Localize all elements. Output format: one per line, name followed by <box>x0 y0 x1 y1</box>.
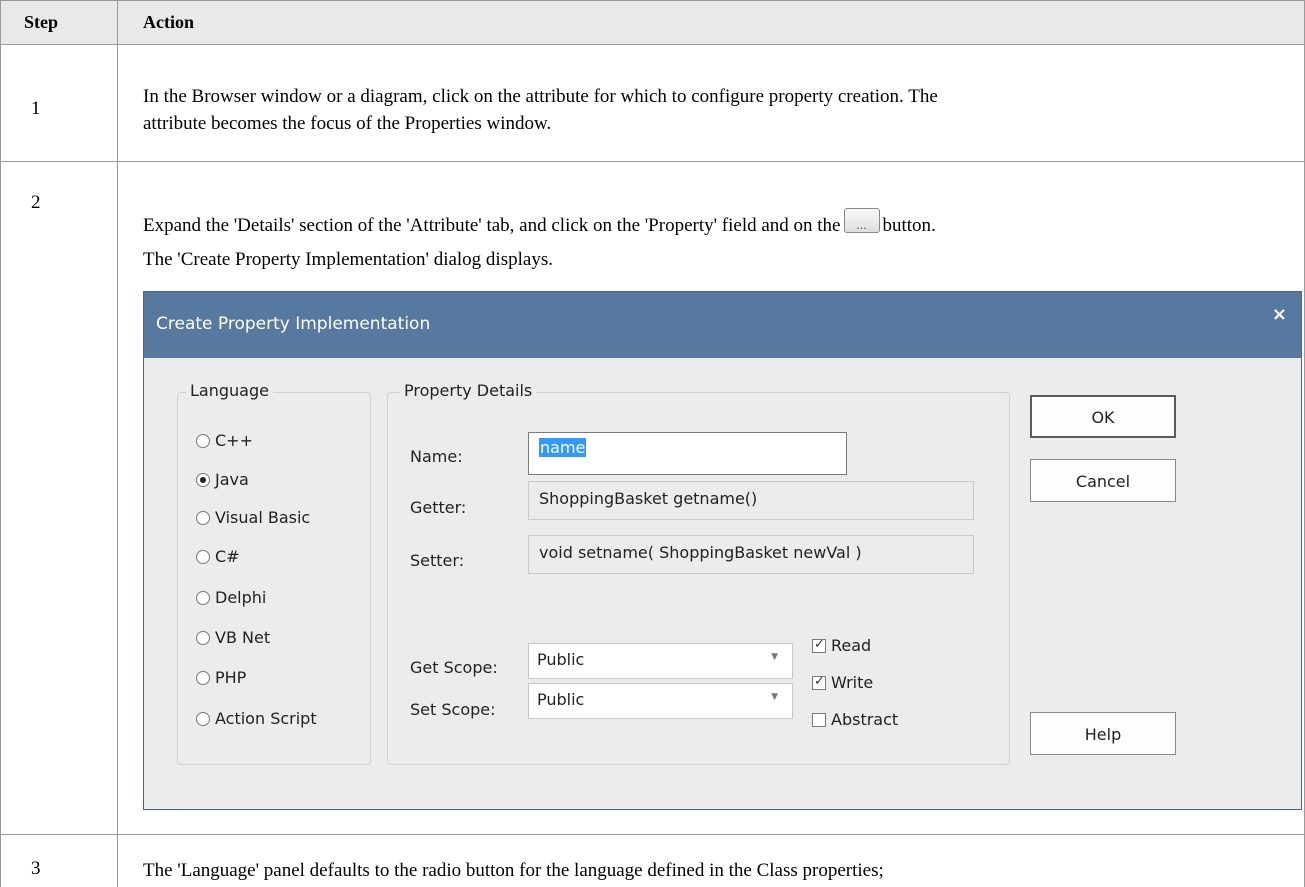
radio-icon <box>196 671 210 685</box>
checkbox-label: Abstract <box>831 710 899 729</box>
radio-label: PHP <box>215 668 247 687</box>
step-number: 3 <box>31 858 41 879</box>
radio-selected-icon <box>196 473 210 487</box>
table-header <box>0 0 1305 44</box>
checkbox-checked-icon <box>812 637 826 653</box>
action-column-header: Action <box>143 12 194 32</box>
step-text-line: attribute becomes the focus of the Prope… <box>143 113 552 134</box>
set-scope-label: Set Scope: <box>410 700 496 719</box>
divider <box>0 44 1305 45</box>
step-text-line: button. <box>882 215 936 236</box>
radio-label: C++ <box>215 431 253 450</box>
radio-icon <box>196 631 210 645</box>
step-text-line: The 'Create Property Implementation' dia… <box>143 249 553 270</box>
divider <box>0 0 1305 1</box>
radio-label: VB Net <box>215 628 271 647</box>
radio-icon <box>196 712 210 726</box>
get-scope-select[interactable]: Public ▼ <box>528 643 793 679</box>
set-scope-value: Public <box>537 690 585 709</box>
divider <box>117 0 118 887</box>
get-scope-label: Get Scope: <box>410 658 498 677</box>
radio-label: Action Script <box>215 709 317 728</box>
checkbox-icon <box>812 713 826 727</box>
language-group: Language C++ Java Visual Basic C# Delphi… <box>177 381 371 765</box>
divider <box>0 0 1 887</box>
chevron-down-icon: ▼ <box>771 692 778 702</box>
getter-field: ShoppingBasket getname() <box>528 481 974 520</box>
divider <box>0 161 1305 162</box>
checkbox-label: Write <box>831 673 874 692</box>
step-text-line: Expand the 'Details' section of the 'Att… <box>143 215 841 236</box>
radio-icon <box>196 511 210 525</box>
create-property-dialog: Create Property Implementation × Languag… <box>143 291 1302 810</box>
help-button[interactable]: Help <box>1030 712 1176 755</box>
getter-label: Getter: <box>410 498 467 517</box>
property-details-group: Property Details Name: name Getter: Shop… <box>387 381 1010 765</box>
ellipsis-button-icon: ... <box>843 208 880 233</box>
radio-label: Visual Basic <box>215 508 311 527</box>
chevron-down-icon: ▼ <box>771 652 778 662</box>
name-input[interactable]: name <box>528 432 847 475</box>
step-text: In the Browser window or a diagram, clic… <box>143 83 938 137</box>
step-number: 2 <box>31 192 41 213</box>
name-label: Name: <box>410 447 463 466</box>
name-value: name <box>539 438 587 457</box>
get-scope-value: Public <box>537 650 585 669</box>
step-text-line: In the Browser window or a diagram, clic… <box>143 86 938 107</box>
radio-label: Java <box>215 470 249 489</box>
radio-label: C# <box>215 547 240 566</box>
checkbox-checked-icon <box>812 674 826 690</box>
step-number: 1 <box>31 98 41 119</box>
radio-icon <box>196 434 210 448</box>
cancel-button-label: Cancel <box>1075 472 1131 491</box>
language-legend: Language <box>186 381 273 400</box>
cancel-button[interactable]: Cancel <box>1030 459 1176 502</box>
divider <box>0 834 1305 835</box>
ellipsis-glyph: ... <box>856 219 867 232</box>
ok-button[interactable]: OK <box>1030 395 1176 438</box>
step-column-header: Step <box>24 12 59 32</box>
setter-field: void setname( ShoppingBasket newVal ) <box>528 535 974 574</box>
step-text: Expand the 'Details' section of the 'Att… <box>143 208 936 239</box>
radio-icon <box>196 550 210 564</box>
property-details-legend: Property Details <box>400 381 537 400</box>
setter-value: void setname( ShoppingBasket newVal ) <box>539 543 862 562</box>
checkbox-label: Read <box>831 636 872 655</box>
step-text: The 'Language' panel defaults to the rad… <box>143 860 884 881</box>
close-icon[interactable]: × <box>1272 304 1287 325</box>
setter-label: Setter: <box>410 551 465 570</box>
help-button-label: Help <box>1084 725 1122 744</box>
getter-value: ShoppingBasket getname() <box>539 489 758 508</box>
dialog-title-bar: Create Property Implementation × <box>144 292 1301 358</box>
radio-icon <box>196 591 210 605</box>
dialog-title: Create Property Implementation <box>156 314 431 334</box>
set-scope-select[interactable]: Public ▼ <box>528 683 793 719</box>
ok-button-label: OK <box>1091 408 1115 427</box>
radio-label: Delphi <box>215 588 267 607</box>
